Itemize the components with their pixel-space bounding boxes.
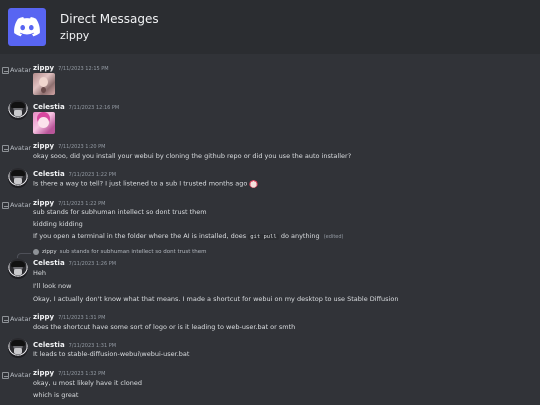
author-name[interactable]: zippy: [33, 313, 54, 321]
avatar[interactable]: [8, 338, 28, 358]
reply-avatar: [33, 249, 39, 255]
timestamp: 7/11/2023 1:22 PM: [58, 201, 106, 207]
inline-code: git pull: [248, 234, 279, 240]
edited-label: (edited): [323, 234, 344, 240]
image-attachment[interactable]: [33, 112, 55, 134]
author-name[interactable]: Celestia: [33, 103, 65, 111]
timestamp: 7/11/2023 1:26 PM: [68, 261, 117, 267]
avatar-alt-text: Avatar: [10, 66, 32, 74]
header-title: Direct Messages: [60, 11, 159, 26]
message-text: If you open a terminal in the folder whe…: [33, 232, 247, 240]
message-text: which is great: [33, 391, 79, 399]
avatar[interactable]: Avatar: [2, 66, 31, 74]
message-text: okay sooo, did you install your webui by…: [33, 152, 352, 160]
author-name[interactable]: zippy: [33, 64, 54, 72]
header-subtitle: zippy: [60, 28, 90, 42]
broken-image-icon: [2, 371, 9, 379]
avatar-alt-text: Avatar: [10, 315, 32, 323]
reply-text[interactable]: sub stands for subhuman intellect so don…: [60, 249, 207, 255]
author-name[interactable]: zippy: [33, 142, 54, 150]
author-name[interactable]: zippy: [33, 199, 54, 207]
author-name[interactable]: Celestia: [33, 170, 65, 178]
avatar[interactable]: [8, 259, 28, 279]
avatar[interactable]: Avatar: [2, 315, 31, 323]
timestamp: 7/11/2023 1:22 PM: [68, 172, 117, 178]
timestamp: 7/11/2023 1:20 PM: [58, 144, 106, 150]
timestamp: 7/11/2023 12:16 PM: [68, 105, 120, 111]
dm-header: Direct Messages zippy: [0, 0, 540, 54]
image-attachment[interactable]: [33, 73, 55, 95]
reply-connector: [17, 253, 31, 258]
avatar[interactable]: [8, 168, 28, 188]
avatar-alt-text: Avatar: [10, 371, 32, 379]
avatar[interactable]: Avatar: [2, 371, 31, 379]
avatar-alt-text: Avatar: [10, 144, 32, 152]
broken-image-icon: [2, 201, 9, 209]
custom-emoji-icon[interactable]: [249, 179, 259, 188]
message-text: does the shortcut have some sort of logo…: [33, 323, 296, 331]
author-name[interactable]: Celestia: [33, 341, 65, 349]
avatar[interactable]: [8, 100, 28, 120]
message-text: Okay, I actually don't know what that me…: [33, 295, 399, 303]
avatar[interactable]: Avatar: [2, 144, 31, 152]
reply-author[interactable]: zippy: [42, 249, 57, 255]
avatar-alt-text: Avatar: [10, 201, 32, 209]
author-name[interactable]: zippy: [33, 369, 54, 377]
message-line: If you open a terminal in the folder whe…: [33, 232, 344, 240]
message-text: do anything: [280, 232, 320, 240]
avatar[interactable]: Avatar: [2, 201, 31, 209]
message-text: Heh: [33, 269, 47, 277]
message-text: I'll look now: [33, 282, 72, 290]
discord-logo-icon: [8, 8, 46, 46]
timestamp: 7/11/2023 1:31 PM: [58, 315, 106, 321]
message-text: sub stands for subhuman intellect so don…: [33, 208, 207, 216]
broken-image-icon: [2, 315, 9, 323]
message-line: Is there a way to tell? I just listened …: [33, 179, 259, 188]
discord-logo-glyph: [14, 17, 40, 37]
timestamp: 7/11/2023 1:32 PM: [58, 371, 106, 377]
message-list[interactable]: Avatar zippy 7/11/2023 12:15 PM Celestia…: [0, 54, 540, 405]
timestamp: 7/11/2023 1:31 PM: [68, 343, 117, 349]
message-text: okay, u most likely have it cloned: [33, 379, 142, 387]
message-text: Is there a way to tell? I just listened …: [33, 179, 248, 188]
message-text: kidding kidding: [33, 220, 83, 228]
author-name[interactable]: Celestia: [33, 259, 65, 267]
reply-preview[interactable]: zippy sub stands for subhuman intellect …: [33, 249, 207, 255]
broken-image-icon: [2, 66, 9, 74]
timestamp: 7/11/2023 12:15 PM: [58, 66, 109, 72]
message-text: It leads to stable-diffusion-webui\webui…: [33, 350, 190, 358]
broken-image-icon: [2, 144, 9, 152]
